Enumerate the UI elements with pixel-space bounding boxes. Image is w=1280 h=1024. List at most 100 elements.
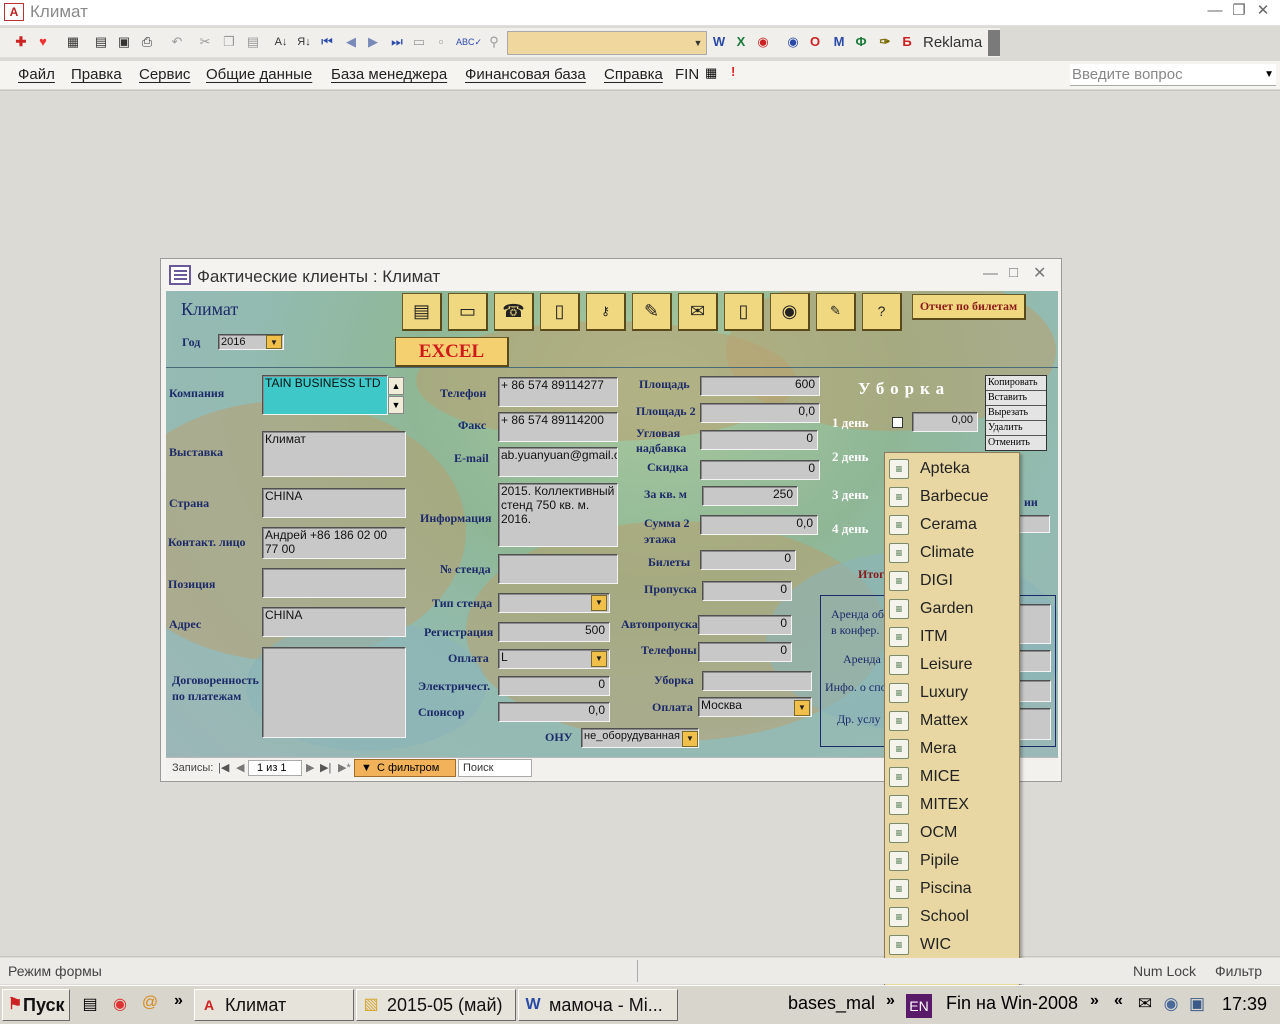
binoculars-icon[interactable]: ◉: [784, 33, 802, 51]
dropdown-item[interactable]: ≡ School: [885, 903, 1019, 931]
ask-question-box[interactable]: Введите вопрос ▼: [1070, 64, 1276, 86]
document-stamp-icon[interactable]: ✎: [632, 293, 672, 331]
print-icon[interactable]: ⎙: [138, 33, 156, 51]
payment-terms-field[interactable]: [262, 647, 406, 738]
paste-button[interactable]: Вставить: [986, 391, 1046, 406]
contact-field[interactable]: Андрей +86 186 02 00 77 00: [262, 527, 406, 559]
letter-m-button[interactable]: М: [830, 33, 848, 51]
dropdown-item[interactable]: ≡ Apteka: [885, 455, 1019, 483]
new-blank-icon[interactable]: ▭: [410, 33, 428, 51]
toolbar-overflow[interactable]: [988, 30, 1000, 56]
taskbar-more-icon[interactable]: »: [1090, 992, 1099, 1010]
day1-checkbox[interactable]: [892, 417, 903, 428]
cut-button[interactable]: Вырезать: [986, 406, 1046, 421]
search-icon[interactable]: ⚲: [485, 33, 503, 51]
menu-service[interactable]: Сервис: [139, 66, 190, 83]
delete-record-icon[interactable]: ▫: [432, 33, 450, 51]
excel-icon[interactable]: X: [732, 33, 750, 51]
tray-mail-icon[interactable]: ✉: [1134, 994, 1156, 1014]
partial-field[interactable]: [1018, 515, 1050, 533]
help-icon[interactable]: ?: [862, 293, 902, 331]
key-icon[interactable]: ⚷: [586, 293, 626, 331]
language-indicator[interactable]: EN: [906, 994, 932, 1018]
tray-computer-icon[interactable]: ▣: [1186, 994, 1208, 1014]
dropdown-item[interactable]: ≡ Climate: [885, 539, 1019, 567]
taskbar-word[interactable]: W мамоча - Mi...: [518, 989, 678, 1021]
tray-network-icon[interactable]: ◉: [1160, 994, 1182, 1014]
dropdown-item[interactable]: ≡ WIC: [885, 931, 1019, 959]
record-number-input[interactable]: 1 из 1: [248, 760, 302, 776]
chevron-down-icon[interactable]: ▼: [591, 651, 607, 667]
taskbar-klimat[interactable]: A Климат: [194, 989, 354, 1021]
cleaning-field[interactable]: [702, 671, 812, 691]
first-record-icon[interactable]: |◀: [218, 761, 229, 774]
restore-icon[interactable]: □: [1009, 264, 1018, 281]
menu-fin[interactable]: FIN: [675, 66, 699, 83]
registration-field[interactable]: 500: [498, 622, 610, 642]
passes-field[interactable]: 0: [702, 581, 792, 601]
rent-field[interactable]: [1017, 650, 1051, 672]
menu-finance-base[interactable]: Финансовая база: [465, 66, 586, 83]
close-icon[interactable]: ✕: [1033, 263, 1046, 283]
start-button[interactable]: ⚑ Пуск: [2, 989, 70, 1021]
spelling-icon[interactable]: ABC✓: [456, 33, 482, 51]
fax-field[interactable]: + 86 574 89114200: [498, 412, 618, 442]
new-record-nav-icon[interactable]: ▶*: [338, 761, 351, 774]
mail-at-icon[interactable]: @: [140, 994, 160, 1014]
per-sqm-field[interactable]: 250: [702, 486, 798, 506]
copy-button[interactable]: Копировать: [986, 376, 1046, 391]
sort-ascending-icon[interactable]: A↓: [272, 33, 290, 51]
position-field[interactable]: [262, 568, 406, 598]
undo-icon[interactable]: ↶: [168, 33, 186, 51]
minimize-icon[interactable]: —: [1205, 3, 1225, 21]
last-record-icon[interactable]: ▶|: [320, 761, 331, 774]
scroll-down-icon[interactable]: ▼: [388, 396, 404, 414]
dropdown-item[interactable]: ≡ MICE: [885, 763, 1019, 791]
area2-field[interactable]: 0,0: [700, 403, 820, 423]
next-record-icon[interactable]: ▶: [306, 761, 314, 774]
word-icon[interactable]: W: [710, 33, 728, 51]
car-passes-field[interactable]: 0: [698, 615, 792, 635]
tray-expand-icon[interactable]: «: [1114, 992, 1123, 1010]
notebook-green-icon[interactable]: ▯: [724, 293, 764, 331]
prev-record-icon[interactable]: ◀: [342, 33, 360, 51]
excel-export-button[interactable]: EXCEL: [395, 337, 509, 367]
last-record-icon[interactable]: ⏭: [388, 33, 406, 51]
company-combo[interactable]: TAIN BUSINESS LTD: [262, 375, 388, 415]
first-record-icon[interactable]: ⏮: [318, 33, 336, 51]
dropdown-item[interactable]: ≡ Leisure: [885, 651, 1019, 679]
copy-icon[interactable]: ❐: [220, 33, 238, 51]
info-sponsor-field[interactable]: [1017, 680, 1051, 702]
favorite-icon[interactable]: ♥: [34, 33, 52, 51]
trash-icon[interactable]: ▭: [448, 293, 488, 331]
exclamation-icon[interactable]: !: [731, 64, 735, 79]
binoculars-icon[interactable]: ◉: [770, 293, 810, 331]
chrome-icon[interactable]: ◉: [110, 994, 130, 1014]
taskbar-bases-label[interactable]: bases_mal: [788, 993, 875, 1014]
info-field[interactable]: 2015. Коллективный стенд 750 кв. м. 2016…: [498, 483, 618, 547]
electric-field[interactable]: 0: [498, 676, 610, 696]
chevron-down-icon[interactable]: ▼: [682, 731, 698, 747]
save-icon[interactable]: ▦: [64, 33, 82, 51]
edit-doc-icon[interactable]: ✎: [816, 293, 856, 331]
paste-icon[interactable]: ▤: [244, 33, 262, 51]
menu-common-data[interactable]: Общие данные: [206, 66, 312, 83]
letter-b-button[interactable]: Б: [898, 33, 916, 51]
quicklaunch-more-icon[interactable]: »: [174, 992, 183, 1010]
rent-conf-field[interactable]: [1017, 604, 1051, 644]
open-icon[interactable]: ▤: [92, 33, 110, 51]
grid-icon[interactable]: ▦: [705, 65, 717, 81]
scroll-up-icon[interactable]: ▲: [388, 377, 404, 395]
restore-icon[interactable]: ❐: [1229, 3, 1249, 21]
menu-file[interactable]: Файл: [18, 66, 55, 83]
next-record-icon[interactable]: ▶: [364, 33, 382, 51]
tickets-field[interactable]: 0: [700, 550, 796, 570]
delete-button[interactable]: Удалить: [986, 421, 1046, 436]
binoculars-red-icon[interactable]: ◉: [754, 33, 772, 51]
phones-field[interactable]: 0: [698, 642, 792, 662]
sort-descending-icon[interactable]: Я↓: [295, 33, 313, 51]
undo-button[interactable]: Отменить: [986, 436, 1046, 451]
exhibition-field[interactable]: Климат: [262, 431, 406, 477]
close-icon[interactable]: ✕: [1253, 3, 1273, 21]
address-field[interactable]: CHINA: [262, 607, 406, 637]
